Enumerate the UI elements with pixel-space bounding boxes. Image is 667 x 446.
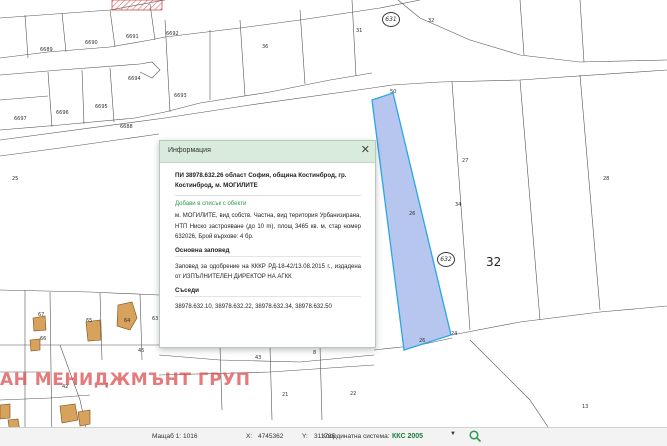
scale-value[interactable]: 1016: [180, 431, 232, 442]
search-icon[interactable]: [468, 429, 482, 443]
parcel-label: 6695: [95, 104, 108, 110]
parcel-label: 8: [313, 350, 317, 356]
parcel-label: 34: [455, 202, 462, 208]
parcel-label: 64: [124, 318, 131, 324]
block-label: 631: [382, 12, 400, 27]
parcel-label: 6697: [14, 116, 27, 122]
y-label: Y:: [302, 433, 308, 440]
parcel-label: 36: [262, 44, 269, 50]
parcel-label: 27: [462, 158, 469, 164]
parcel-label: 45: [138, 348, 145, 354]
parcel-label: 43: [255, 355, 262, 361]
x-label: X:: [246, 433, 253, 440]
parcel-label: 50: [390, 89, 397, 95]
parcel-label: 13: [582, 404, 589, 410]
status-bar: Мащаб 1: 1016 X: 4745362 Y: 311785 Коорд…: [0, 427, 667, 446]
parcel-label: 6691: [126, 34, 139, 40]
popup-title: Информация: [168, 147, 211, 154]
parcel-label: 63: [152, 316, 159, 322]
parcel-label: 24: [451, 331, 458, 337]
chevron-down-icon[interactable]: ▼: [450, 431, 456, 437]
parcel-label: 66: [40, 336, 47, 342]
x-coordinate: 4745362: [258, 433, 284, 440]
neighbors-section-title: Съседи: [175, 287, 361, 297]
parcel-label: 22: [350, 391, 357, 397]
coord-system-label: Координатна система:: [322, 433, 390, 440]
parcel-label: 21: [282, 392, 289, 398]
parcel-description: м. МОГИЛИТЕ, вид собств. Частна, вид тер…: [175, 213, 361, 240]
selected-parcel[interactable]: [371, 92, 452, 351]
divider: [175, 195, 361, 196]
popup-body: ПИ 38978.632.26 област София, община Кос…: [160, 163, 375, 312]
quarter-number: 32: [486, 255, 502, 269]
parcel-label: 6690: [85, 40, 98, 46]
parcel-label: 67: [38, 312, 45, 318]
parcel-label: 28: [603, 176, 610, 182]
parcel-label: 26: [409, 211, 416, 217]
parcel-label: 26: [419, 338, 426, 344]
parcel-label: 32: [428, 18, 435, 24]
parcel-label: 6694: [128, 76, 141, 82]
order-section-title: Основна заповед: [175, 247, 361, 257]
block-label: 632: [437, 252, 455, 267]
parcel-label: 6688: [120, 124, 133, 130]
scale-label: Мащаб 1:: [152, 433, 182, 440]
popup-header: Информация ✕: [160, 141, 375, 163]
neighbors-text: 38978.632.10, 38978.632.22, 38978.632.34…: [175, 303, 332, 310]
parcel-label: 6696: [56, 110, 69, 116]
parcel-label: 6692: [166, 31, 179, 37]
info-popup: Информация ✕ ПИ 38978.632.26 област Софи…: [159, 140, 376, 348]
parcel-label: 65: [86, 318, 93, 324]
parcel-label: 6693: [174, 93, 187, 99]
add-to-list-link[interactable]: Добави в списък с обекти: [175, 201, 361, 207]
parcel-label: 25: [12, 176, 19, 182]
parcel-label: 6689: [40, 47, 53, 53]
order-text: Заповед за одобрение на КККР РД-18-42/13…: [175, 263, 361, 281]
parcel-label: 31: [356, 28, 363, 34]
close-icon[interactable]: ✕: [361, 144, 370, 157]
watermark: АН МЕНИДЖМЪНТ ГРУП: [0, 370, 251, 390]
parcel-heading: ПИ 38978.632.26 област София, община Кос…: [175, 172, 347, 189]
